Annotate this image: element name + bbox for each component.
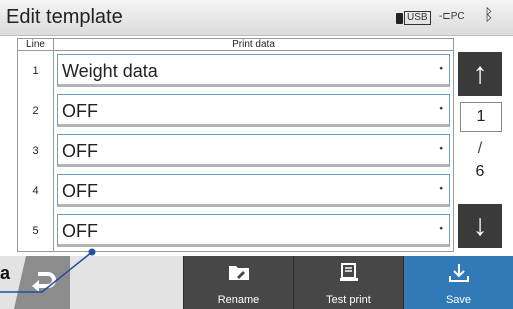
callout-label: a [0,263,11,283]
callout-leader-line [0,248,96,293]
